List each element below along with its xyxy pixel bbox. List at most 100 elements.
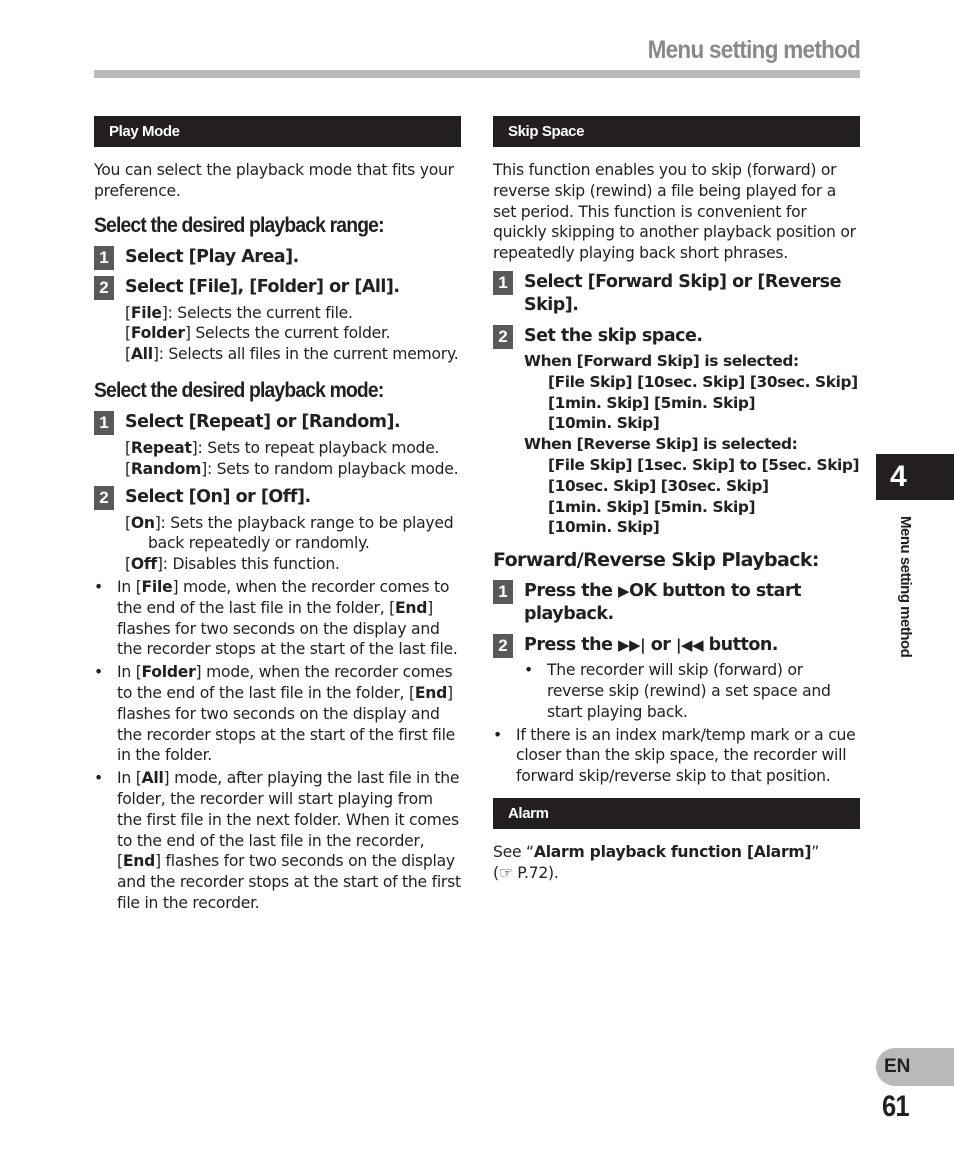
step-number: 1	[94, 245, 114, 270]
option-desc: ] Selects the current folder.	[184, 324, 391, 343]
option-name: Repeat	[130, 438, 192, 457]
bullet-icon: •	[524, 661, 533, 680]
play-mode-intro: You can select the playback mode that fi…	[94, 161, 454, 200]
step-number: 1	[94, 410, 114, 435]
option-desc: ]: Selects the current file.	[161, 303, 353, 322]
step-text: Select [Forward Skip] or [Reverse Skip].	[524, 271, 841, 315]
forward-skip-options: [File Skip] [10sec. Skip] [30sec. Skip] …	[524, 372, 860, 434]
range-step-1: 1 Select [Play Area].	[94, 245, 461, 270]
step-text-bold: Play Area	[196, 246, 286, 267]
option-desc: ]: Selects all files in the current memo…	[152, 345, 459, 364]
skip-back-icon: |◀◀	[675, 636, 704, 655]
page-reference[interactable]: P.72).	[513, 864, 559, 882]
bullet-icon: •	[94, 663, 103, 682]
play-icon: ▶	[618, 582, 630, 601]
chapter-tab: 4	[876, 454, 954, 500]
option-desc: ]: Sets to repeat playback mode.	[191, 438, 440, 457]
option-line: [Folder] Selects the current folder.	[125, 324, 391, 343]
mode-step-1: 1 Select [Repeat] or [Random].	[94, 410, 461, 435]
step-text: Select [Play Area].	[125, 246, 299, 269]
option-line: [File Skip] [10sec. Skip] [30sec. Skip]	[548, 372, 858, 391]
page-number: 61	[882, 1090, 910, 1123]
note-item: • In [All] mode, after playing the last f…	[94, 768, 461, 914]
bullet-icon: •	[493, 725, 502, 744]
option-desc: ]: Sets the playback range to be played …	[148, 513, 454, 553]
option-line: [File]: Selects the current file.	[125, 303, 353, 322]
option-name: On	[130, 513, 155, 532]
chapter-side-label: Menu setting method	[897, 516, 914, 658]
option-line: [On]: Sets the playback range to be play…	[125, 513, 454, 553]
alarm-reference: See “Alarm playback function [Alarm]” (☞ …	[493, 842, 820, 882]
section-title-alarm: Alarm	[493, 797, 860, 829]
section-title-skip-space: Skip Space	[493, 116, 860, 147]
option-line: [10min. Skip]	[548, 518, 660, 537]
page-reference-icon: ☞	[498, 863, 513, 882]
bullet-icon: •	[94, 577, 103, 596]
mode-step1-options: [Repeat]: Sets to repeat playback mode. …	[94, 438, 461, 480]
skip-space-column: Skip Space This function enables you to …	[493, 116, 860, 884]
option-desc: ]: Sets to random playback mode.	[201, 459, 459, 478]
option-name: Random	[130, 459, 202, 478]
option-line: [All]: Selects all files in the current …	[125, 345, 459, 364]
step-text-post: ].	[285, 246, 299, 267]
step-number: 2	[94, 485, 114, 510]
mode-step-2: 2 Select [On] or [Off].	[94, 485, 461, 510]
step-text: Press the ▶OK button to start playback.	[524, 581, 801, 625]
skip-forward-icon: ▶▶|	[618, 636, 646, 655]
forward-skip-label: When [Forward Skip] is selected:	[524, 351, 799, 370]
title-rule	[94, 70, 860, 78]
playback-step2-notes: • The recorder will skip (forward) or rev…	[493, 660, 860, 722]
skip-space-intro: This function enables you to skip (forwa…	[493, 161, 856, 263]
language-tab: EN	[876, 1048, 954, 1086]
note-item: • If there is an index mark/temp mark or …	[493, 725, 860, 787]
playback-step-1: 1 Press the ▶OK button to start playback…	[493, 580, 860, 626]
option-name: Folder	[130, 324, 185, 343]
range-heading: Select the desired playback range:	[94, 213, 385, 237]
option-line: [File Skip] [1sec. Skip] to [5sec. Skip]	[548, 455, 860, 474]
reverse-skip-options: [File Skip] [1sec. Skip] to [5sec. Skip]…	[524, 455, 860, 538]
mode-heading: Select the desired playback mode:	[94, 378, 384, 402]
option-line: [10sec. Skip] [30sec. Skip]	[548, 476, 769, 495]
range-step-2: 2 Select [File], [Folder] or [All].	[94, 275, 461, 300]
step-text: Set the skip space.	[524, 325, 703, 346]
option-line: [Repeat]: Sets to repeat playback mode.	[125, 438, 440, 457]
option-line: [10min. Skip]	[548, 414, 660, 433]
skip-step-1: 1 Select [Forward Skip] or [Reverse Skip…	[493, 270, 860, 317]
option-desc: ]: Disables this function.	[156, 555, 340, 574]
option-line: [1min. Skip] [5min. Skip]	[548, 497, 756, 516]
note-text: The recorder will skip (forward) or reve…	[547, 661, 831, 721]
step-number: 1	[493, 270, 513, 295]
step-number: 1	[493, 580, 513, 605]
note-text: In [Folder] mode, when the recorder come…	[117, 663, 455, 765]
note-item: • The recorder will skip (forward) or rev…	[524, 660, 860, 722]
step-number: 2	[493, 324, 513, 349]
option-line: [Off]: Disables this function.	[125, 555, 340, 574]
mode-step2-options: [On]: Sets the playback range to be play…	[94, 513, 461, 575]
option-line: [1min. Skip] [5min. Skip]	[548, 393, 756, 412]
option-name: Off	[130, 555, 157, 574]
note-item: • In [File] mode, when the recorder comes…	[94, 577, 461, 660]
skip-playback-heading: Forward/Reverse Skip Playback:	[493, 549, 820, 572]
step-number: 2	[493, 634, 513, 659]
play-mode-notes: • In [File] mode, when the recorder comes…	[94, 577, 461, 914]
alarm-link-text[interactable]: Alarm playback function [Alarm]	[534, 843, 812, 861]
reverse-skip-label: When [Reverse Skip] is selected:	[524, 435, 798, 454]
option-name: File	[130, 303, 162, 322]
step-text: Select [File], [Folder] or [All].	[125, 276, 400, 297]
step-text-pre: Select [	[125, 246, 197, 267]
step-text: Select [On] or [Off].	[125, 486, 311, 507]
skip-options: When [Forward Skip] is selected: [File S…	[493, 351, 860, 538]
step-number: 2	[94, 275, 114, 300]
skip-step-2: 2 Set the skip space.	[493, 324, 860, 349]
note-text: If there is an index mark/temp mark or a…	[516, 725, 856, 786]
step-text: Select [Repeat] or [Random].	[125, 411, 401, 432]
option-name: All	[130, 345, 153, 364]
range-options: [File]: Selects the current file. [Folde…	[94, 303, 461, 365]
page-title: Menu setting method	[647, 36, 860, 64]
note-text: In [File] mode, when the recorder comes …	[117, 577, 458, 659]
option-line: [Random]: Sets to random playback mode.	[125, 459, 459, 478]
section-title-play-mode: Play Mode	[94, 116, 461, 147]
play-mode-column: Play Mode You can select the playback mo…	[94, 116, 461, 914]
playback-step-2: 2 Press the ▶▶| or |◀◀ button.	[493, 634, 860, 659]
step-text: Press the ▶▶| or |◀◀ button.	[524, 635, 778, 656]
